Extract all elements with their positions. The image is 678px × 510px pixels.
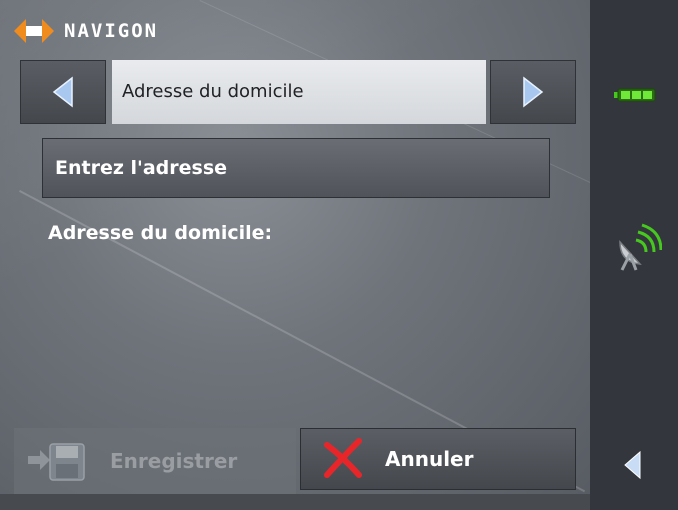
next-button[interactable] xyxy=(490,60,576,124)
close-icon xyxy=(324,438,362,478)
arrow-left-icon xyxy=(52,76,73,108)
cancel-button[interactable]: Annuler xyxy=(300,428,576,490)
navigon-logo-icon xyxy=(14,19,54,43)
save-label: Enregistrer xyxy=(110,449,238,473)
back-arrow-icon[interactable] xyxy=(622,450,644,480)
selector-value: Adresse du domicile xyxy=(112,60,486,124)
gps-satellite-icon xyxy=(619,223,662,271)
previous-button[interactable] xyxy=(20,60,106,124)
cancel-label: Annuler xyxy=(385,447,474,471)
enter-address-button[interactable]: Entrez l'adresse xyxy=(42,138,550,198)
action-bar: Enregistrer Annuler xyxy=(0,428,590,510)
brand-name: NAVIGON xyxy=(64,20,159,42)
arrow-right-icon xyxy=(523,76,544,108)
address-type-selector: Adresse du domicile xyxy=(20,60,576,124)
battery-icon xyxy=(614,88,656,102)
save-icon xyxy=(28,443,85,481)
navigon-logo: NAVIGON xyxy=(14,18,158,44)
save-button[interactable]: Enregistrer xyxy=(14,428,296,494)
main-panel: NAVIGON Adresse du domicile Entrez l'adr… xyxy=(0,0,590,510)
home-address-label: Adresse du domicile: xyxy=(48,222,273,244)
